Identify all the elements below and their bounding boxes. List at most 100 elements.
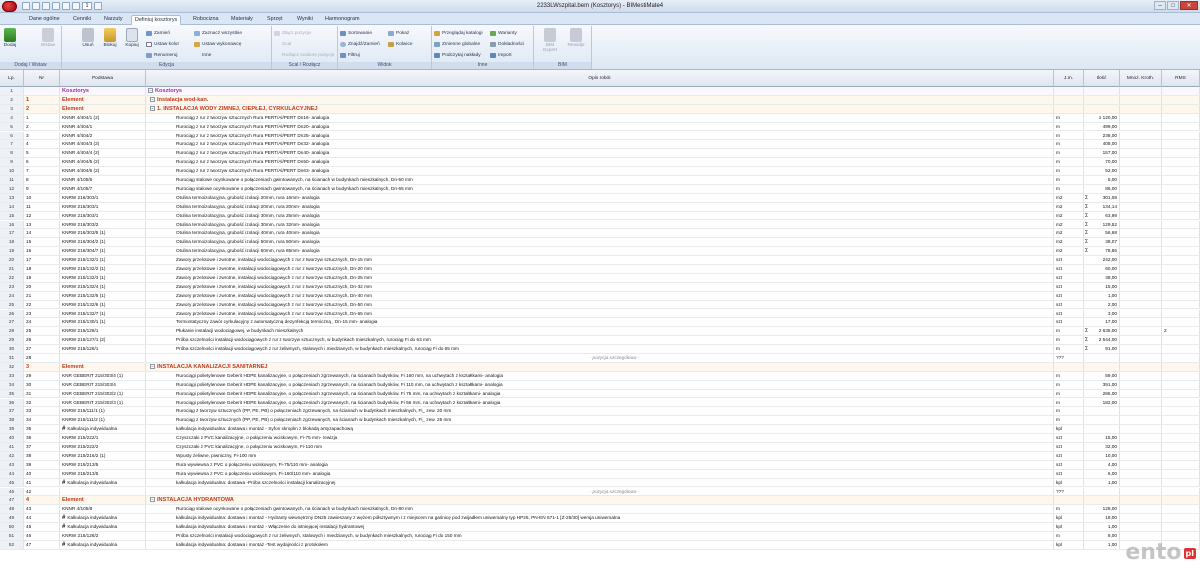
cell-opis[interactable]: Termostatyczny zawór cyrkulacyjny z auto… (146, 318, 1054, 327)
sortowanie-button[interactable]: Sortowanie (340, 29, 372, 38)
cell-podstawa[interactable]: Element (60, 362, 146, 371)
cell-nr[interactable]: 24 (24, 318, 60, 327)
cell-ilosc[interactable]: 1,00 (1084, 478, 1120, 487)
col-header-opis[interactable]: Opis robót (146, 70, 1054, 87)
cell-jm[interactable]: m2 (1054, 229, 1084, 238)
cell-ilosc[interactable]: 38,00 (1084, 273, 1120, 282)
cell-rms[interactable] (1162, 291, 1200, 300)
cell-ilosc[interactable]: 286,00 (1084, 389, 1120, 398)
blokuj-button[interactable]: Blokuj (102, 28, 118, 48)
cell-podstawa[interactable]: # Kalkulacja indywidualna (60, 540, 146, 549)
ustaw-wykonawce-button[interactable]: Ustaw wykonawcę (194, 40, 241, 49)
cell-mnoznik[interactable] (1120, 460, 1162, 469)
table-row[interactable]: 45 41 # Kalkulacja indywidualna kalkulacja i… (0, 478, 1200, 488)
cell-nr[interactable]: 16 (24, 247, 60, 256)
cell-jm[interactable]: m2 (1054, 202, 1084, 211)
cell-opis[interactable]: Rurociągi polietylenowe Geberit HDPE kan… (146, 371, 1054, 380)
cell-jm[interactable]: kpl (1054, 478, 1084, 487)
table-row[interactable]: 25 22 KNRW 215/132/6 (1) Zawory przelotowe … (0, 300, 1200, 310)
cell-jm[interactable]: m2 (1054, 220, 1084, 229)
cell-mnoznik[interactable] (1120, 122, 1162, 131)
cell-lp[interactable]: 24 (0, 291, 24, 300)
cell-rms[interactable] (1162, 131, 1200, 140)
table-row[interactable]: 24 21 KNRW 215/132/5 (1) Zawory przelotowe … (0, 291, 1200, 301)
cell-lp[interactable]: 7 (0, 140, 24, 149)
table-row[interactable]: 26 23 KNRW 215/132/7 (1) Zawory przelotowe … (0, 309, 1200, 319)
cell-podstawa[interactable]: KNNR 4/404/1 (2) (60, 113, 146, 122)
col-header-nr[interactable]: Nr (24, 70, 60, 87)
tab-narzuty[interactable]: Narzuty (101, 15, 126, 25)
cell-mnoznik[interactable] (1120, 336, 1162, 345)
cell-ilosc[interactable] (1084, 425, 1120, 434)
cell-ilosc[interactable]: 59,00 (1084, 371, 1120, 380)
table-row[interactable]: 46 42 - pozycja szczegółowa -??? (0, 487, 1200, 497)
cell-jm[interactable]: m (1054, 158, 1084, 167)
cell-podstawa[interactable]: KNRW 215/126/2 (60, 532, 146, 540)
cell-jm[interactable]: m (1054, 113, 1084, 122)
table-row[interactable]: 49 44 # Kalkulacja indywidualna kalkulacja i… (0, 514, 1200, 524)
cell-rms[interactable] (1162, 256, 1200, 264)
cell-rms[interactable] (1162, 380, 1200, 389)
cell-mnoznik[interactable] (1120, 505, 1162, 514)
cell-nr[interactable]: 35 (24, 425, 60, 434)
cell-nr[interactable]: 3 (24, 362, 60, 371)
cell-ilosc[interactable]: 60,00 (1084, 265, 1120, 273)
cell-jm[interactable]: szt (1054, 256, 1084, 264)
cell-rms[interactable] (1162, 113, 1200, 122)
cell-opis[interactable]: Otulina termoizolacyjna, grubość izolacj… (146, 211, 1054, 220)
zaznacz-wszystkie-button[interactable]: Zaznacz wszystkie (194, 29, 242, 38)
tab-materialy[interactable]: Materiały (228, 15, 256, 25)
cell-opis[interactable]: Zawory przelotowe i zwrotne, instalacji … (146, 300, 1054, 309)
cell-mnoznik[interactable] (1120, 532, 1162, 540)
cell-lp[interactable]: 18 (0, 238, 24, 247)
cell-jm[interactable]: szt (1054, 300, 1084, 309)
cell-ilosc[interactable]: 2 635,00 (1084, 327, 1120, 336)
cell-lp[interactable]: 29 (0, 336, 24, 345)
close-button[interactable]: ✕ (1180, 1, 1198, 10)
cell-podstawa[interactable]: KNR GEBERIT 215/302/3 (1) (60, 398, 146, 407)
cell-rms[interactable] (1162, 451, 1200, 460)
cell-nr[interactable]: 41 (24, 478, 60, 487)
cell-ilosc[interactable] (1084, 496, 1120, 505)
cell-rms[interactable] (1162, 318, 1200, 327)
cell-ilosc[interactable]: 78,86 (1084, 247, 1120, 256)
cell-opis[interactable]: Rurociąg z rur z tworzyw sztucznych Rura… (146, 113, 1054, 122)
cell-jm[interactable]: szt (1054, 273, 1084, 282)
cell-lp[interactable]: 11 (0, 176, 24, 184)
cell-jm[interactable] (1054, 87, 1084, 95)
cell-opis[interactable]: Rura wywiewna z PVC o połączeniu wciskow… (146, 460, 1054, 469)
cell-mnoznik[interactable] (1120, 220, 1162, 229)
cell-mnoznik[interactable] (1120, 149, 1162, 158)
cell-rms[interactable] (1162, 354, 1200, 362)
cell-nr[interactable]: 2 (24, 122, 60, 131)
cell-podstawa[interactable]: KNRW 215/111/2 (1) (60, 416, 146, 425)
cell-opis[interactable]: - pozycja szczegółowa - (146, 354, 1054, 362)
cell-podstawa[interactable]: # Kalkulacja indywidualna (60, 523, 146, 531)
cell-mnoznik[interactable] (1120, 496, 1162, 505)
cell-rms[interactable] (1162, 176, 1200, 184)
col-header-podstawa[interactable]: Podstawa (60, 70, 146, 87)
collapse-toggle-icon[interactable]: − (150, 363, 155, 369)
cell-mnoznik[interactable] (1120, 523, 1162, 531)
cell-rms[interactable] (1162, 149, 1200, 158)
cell-mnoznik[interactable] (1120, 273, 1162, 282)
cell-lp[interactable]: 6 (0, 131, 24, 140)
cell-nr[interactable]: 30 (24, 380, 60, 389)
cell-podstawa[interactable]: Element (60, 496, 146, 505)
cell-mnoznik[interactable] (1120, 354, 1162, 362)
znajdz-button[interactable]: Znajdź/Zamień (340, 40, 380, 49)
cell-nr[interactable]: 14 (24, 229, 60, 238)
cell-podstawa[interactable]: # Kalkulacja indywidualna (60, 478, 146, 487)
cell-rms[interactable] (1162, 184, 1200, 193)
cell-jm[interactable]: szt (1054, 434, 1084, 442)
cell-jm[interactable]: m (1054, 407, 1084, 416)
cell-nr[interactable]: 26 (24, 336, 60, 345)
cell-jm[interactable]: kpl (1054, 540, 1084, 549)
cell-mnoznik[interactable] (1120, 291, 1162, 300)
cell-podstawa[interactable]: KNRW 215/130/1 (1) (60, 318, 146, 327)
cell-podstawa[interactable]: KNR GEBERIT 215/303/4 (1) (60, 371, 146, 380)
cell-mnoznik[interactable] (1120, 469, 1162, 478)
cell-ilosc[interactable]: 6,00 (1084, 469, 1120, 478)
table-row[interactable]: 50 45 # Kalkulacja indywidualna kalkulacja i… (0, 523, 1200, 532)
section-row[interactable]: 32 3 Element − INSTALACJA KANALIZACJI SANITA… (0, 362, 1200, 372)
